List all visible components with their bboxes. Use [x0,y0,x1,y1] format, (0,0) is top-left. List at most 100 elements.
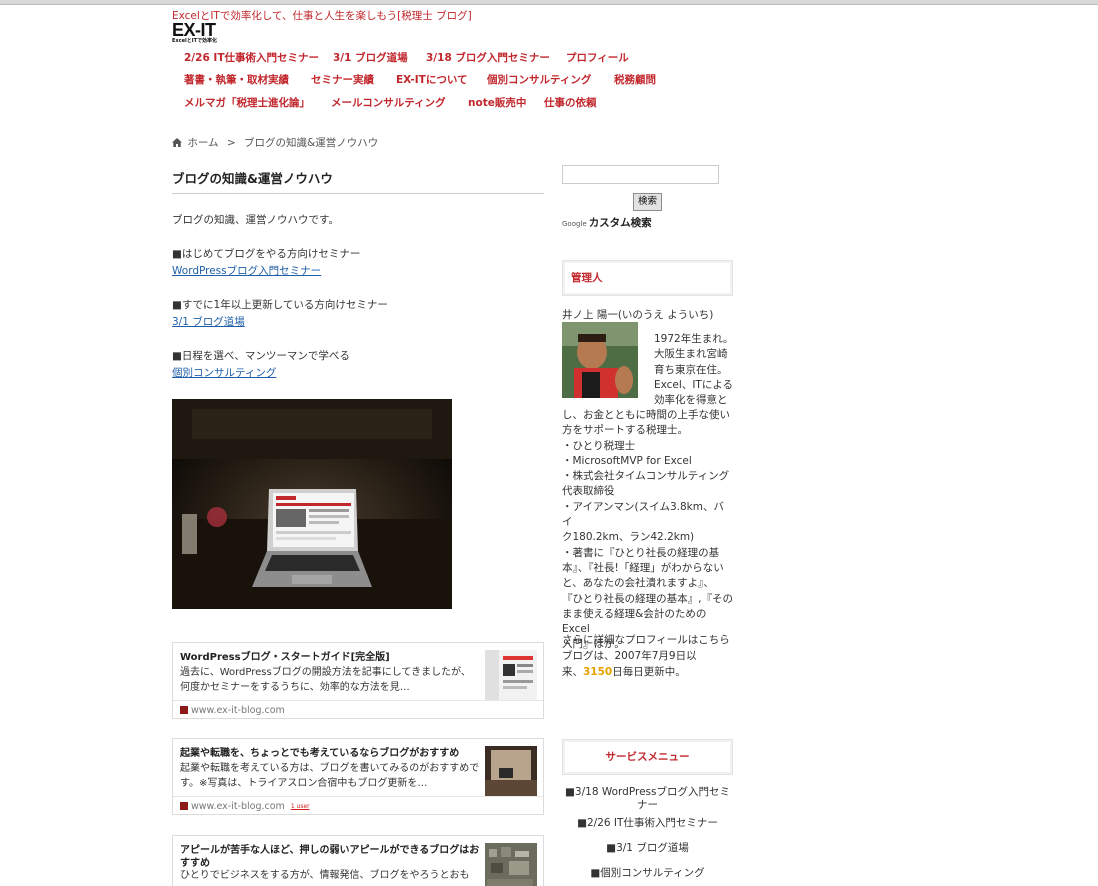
card-url: www.ex-it-blog.com [191,801,285,812]
profile-line: 本』、『社長!「経理」がわからない [562,561,724,574]
nav-item-blog-seminar[interactable]: 3/18 ブログ入門セミナー [426,50,550,65]
card-thumbnail [485,843,537,886]
consulting-link[interactable]: 個別コンサルティング [172,367,276,379]
update-days-count: 3150 [583,666,613,678]
nav-item-profile[interactable]: プロフィール [566,50,629,65]
bookmark-user-badge[interactable]: 1 user [291,803,310,810]
more-profile-link[interactable]: さらに詳細なプロフィールはこちら [562,632,734,648]
card-description: 過去に、WordPressブログの開設方法を記事にしてきましたが、何度かセミナー… [180,667,471,693]
search-button[interactable]: 検索 [633,193,662,211]
profile-more: さらに詳細なプロフィールはこちら ブログは、2007年7月9日以 来、3150日… [562,632,734,680]
blog-streak: 来、3150日毎日更新中。 [562,664,734,680]
laptop-photo [172,399,452,609]
service-item-blog-dojo[interactable]: ■3/1 ブログ道場 [562,842,733,855]
profile-line: ・MicrosoftMVP for Excel [562,454,692,467]
card-title[interactable]: 起業や転職を、ちょっとでも考えているならブログがおすすめ [180,747,480,760]
avatar-image [562,322,638,398]
blog-card-career[interactable]: 起業や転職を、ちょっとでも考えているならブログがおすすめ 起業や転職を考えている… [172,738,544,815]
profile-line: 効率化を得意と [654,394,728,407]
nav-item-mailmag[interactable]: メルマガ「税理士進化論」 [184,95,310,110]
favicon-icon [180,706,188,714]
profile-line: 大阪生まれ宮崎 [654,348,728,361]
nav-item-blog-dojo[interactable]: 3/1 ブログ道場 [333,50,408,65]
page-title: ブログの知識&運営ノウハウ [172,168,544,194]
card-thumbnail [485,650,537,700]
site-tagline[interactable]: ExcelとITで効率化して、仕事と人生を楽しもう[税理士 ブログ] [172,8,472,23]
card-separator [173,700,543,701]
section-beginner: ■はじめてブログをやる方向けセミナー WordPressブログ入門セミナー [172,246,360,280]
breadcrumb: ホーム > ブログの知識&運営ノウハウ [172,135,378,150]
site-logo[interactable]: EX-IT ExcelとITで効率化 [172,20,217,44]
logo-subtext: ExcelとITで効率化 [172,38,217,44]
profile-line: ・株式会社タイムコンサルティング [562,470,730,483]
nav-item-seminar-record[interactable]: セミナー実績 [311,72,374,87]
section-heading: ■日程を選べ、マンツーマンで学べる [172,350,350,362]
nav-item-mail-consulting[interactable]: メールコンサルティング [331,95,446,110]
blog-streak-prefix: 来、 [562,666,583,678]
service-item-it-seminar[interactable]: ■2/26 IT仕事術入門セミナー [562,817,733,830]
card-description: 起業や転職を考えている方は、ブログを書いてみるのがおすすめです。※写真は、トライ… [180,763,480,789]
admin-name: 井ノ上 陽一(いのうえ よういち) [562,309,714,321]
nav-item-books[interactable]: 著書・執筆・取材実績 [184,72,289,87]
nav-item-note[interactable]: note販売中 [468,95,526,110]
profile-line: Excel、ITによる [654,378,734,391]
card-url: www.ex-it-blog.com [191,705,285,716]
service-widget-header: サービスメニュー [562,739,733,775]
avatar [562,322,638,398]
profile-line: 方をサポートする税理士。 [562,424,688,437]
profile-details: し、お金とともに時間の上手な使い 方をサポートする税理士。 ・ひとり税理士 ・M… [562,408,734,653]
profile-line: ・アイアンマン(スイム3.8km、バイ [562,500,724,529]
search-input[interactable] [562,165,719,184]
section-consulting: ■日程を選べ、マンツーマンで学べる 個別コンサルティング [172,348,350,382]
favicon-icon [180,802,188,810]
profile-line: 育ち東京在住。 [654,363,728,376]
logo-text: EX-IT [172,20,216,40]
breadcrumb-home[interactable]: ホーム [187,137,218,149]
nav-item-it-seminar[interactable]: 2/26 IT仕事術入門セミナー [184,50,319,65]
service-widget-title: サービスメニュー [605,751,690,763]
profile-line: し、お金とともに時間の上手な使い [562,409,730,421]
nav-item-consulting[interactable]: 個別コンサルティング [487,72,591,87]
card-thumbnail-image [485,843,537,886]
nav-item-tax-advisor[interactable]: 税務顧問 [614,72,656,87]
card-source[interactable]: www.ex-it-blog.com 1 user [180,801,310,812]
card-title[interactable]: WordPressブログ・スタートガイド[完全版] [180,651,480,664]
service-item-consulting[interactable]: ■個別コンサルティング [562,867,733,880]
blog-dojo-link[interactable]: 3/1 ブログ道場 [172,316,245,328]
custom-search-label: カスタム検索 [588,217,652,229]
card-separator [173,796,543,797]
google-custom-search: Google カスタム検索 [562,215,652,230]
section-experienced: ■すでに1年以上更新している方向けセミナー 3/1 ブログ道場 [172,297,388,331]
profile-line: と、あなたの会社潰れますよ』、 [562,577,714,590]
nav-item-about[interactable]: EX-ITについて [396,72,468,87]
breadcrumb-separator: > [226,137,236,149]
nav-item-request[interactable]: 仕事の依頼 [544,95,597,110]
profile-line: ク180.2km、ラン42.2km) [562,531,695,544]
blog-since: ブログは、2007年7月9日以 [562,650,697,662]
profile-line: 『ひとり社長の経理の基本』,『その [562,592,734,605]
wordpress-seminar-link[interactable]: WordPressブログ入門セミナー [172,265,321,277]
blog-card-appeal[interactable]: アピールが苦手な人ほど、押しの弱いアピールができるブログはおすすめ ひとりでビジ… [172,835,544,886]
card-description: ひとりでビジネスをする方が、情報発信、ブログをやろうとおも [180,870,470,881]
profile-line: ・ひとり税理士 [562,439,636,452]
blog-streak-suffix: 日毎日更新中。 [612,666,686,678]
profile-intro: 1972年生まれ。 大阪生まれ宮崎 育ち東京在住。 Excel、ITによる 効率… [654,332,734,408]
browser-top-edge [0,0,1098,5]
profile-line: 代表取締役 [562,485,615,498]
admin-widget-header: 管理人 [562,260,733,296]
intro-text: ブログの知識、運営ノウハウです。 [172,214,339,226]
service-item-wp-seminar[interactable]: ■3/18 WordPressブログ入門セミナー [562,786,733,812]
card-source[interactable]: www.ex-it-blog.com [180,705,285,716]
profile-line: 1972年生まれ。 [654,333,734,345]
admin-widget-title: 管理人 [571,272,603,284]
card-thumbnail-image [485,650,537,700]
breadcrumb-current: ブログの知識&運営ノウハウ [244,137,379,149]
blog-card-startguide[interactable]: WordPressブログ・スタートガイド[完全版] 過去に、WordPressブ… [172,642,544,719]
section-heading: ■はじめてブログをやる方向けセミナー [172,248,361,260]
card-thumbnail-image [485,746,537,796]
card-thumbnail [485,746,537,796]
google-logo: Google [562,220,587,228]
laptop-photo-image [172,399,452,609]
card-title[interactable]: アピールが苦手な人ほど、押しの弱いアピールができるブログはおすすめ [180,844,480,870]
section-heading: ■すでに1年以上更新している方向けセミナー [172,299,388,311]
